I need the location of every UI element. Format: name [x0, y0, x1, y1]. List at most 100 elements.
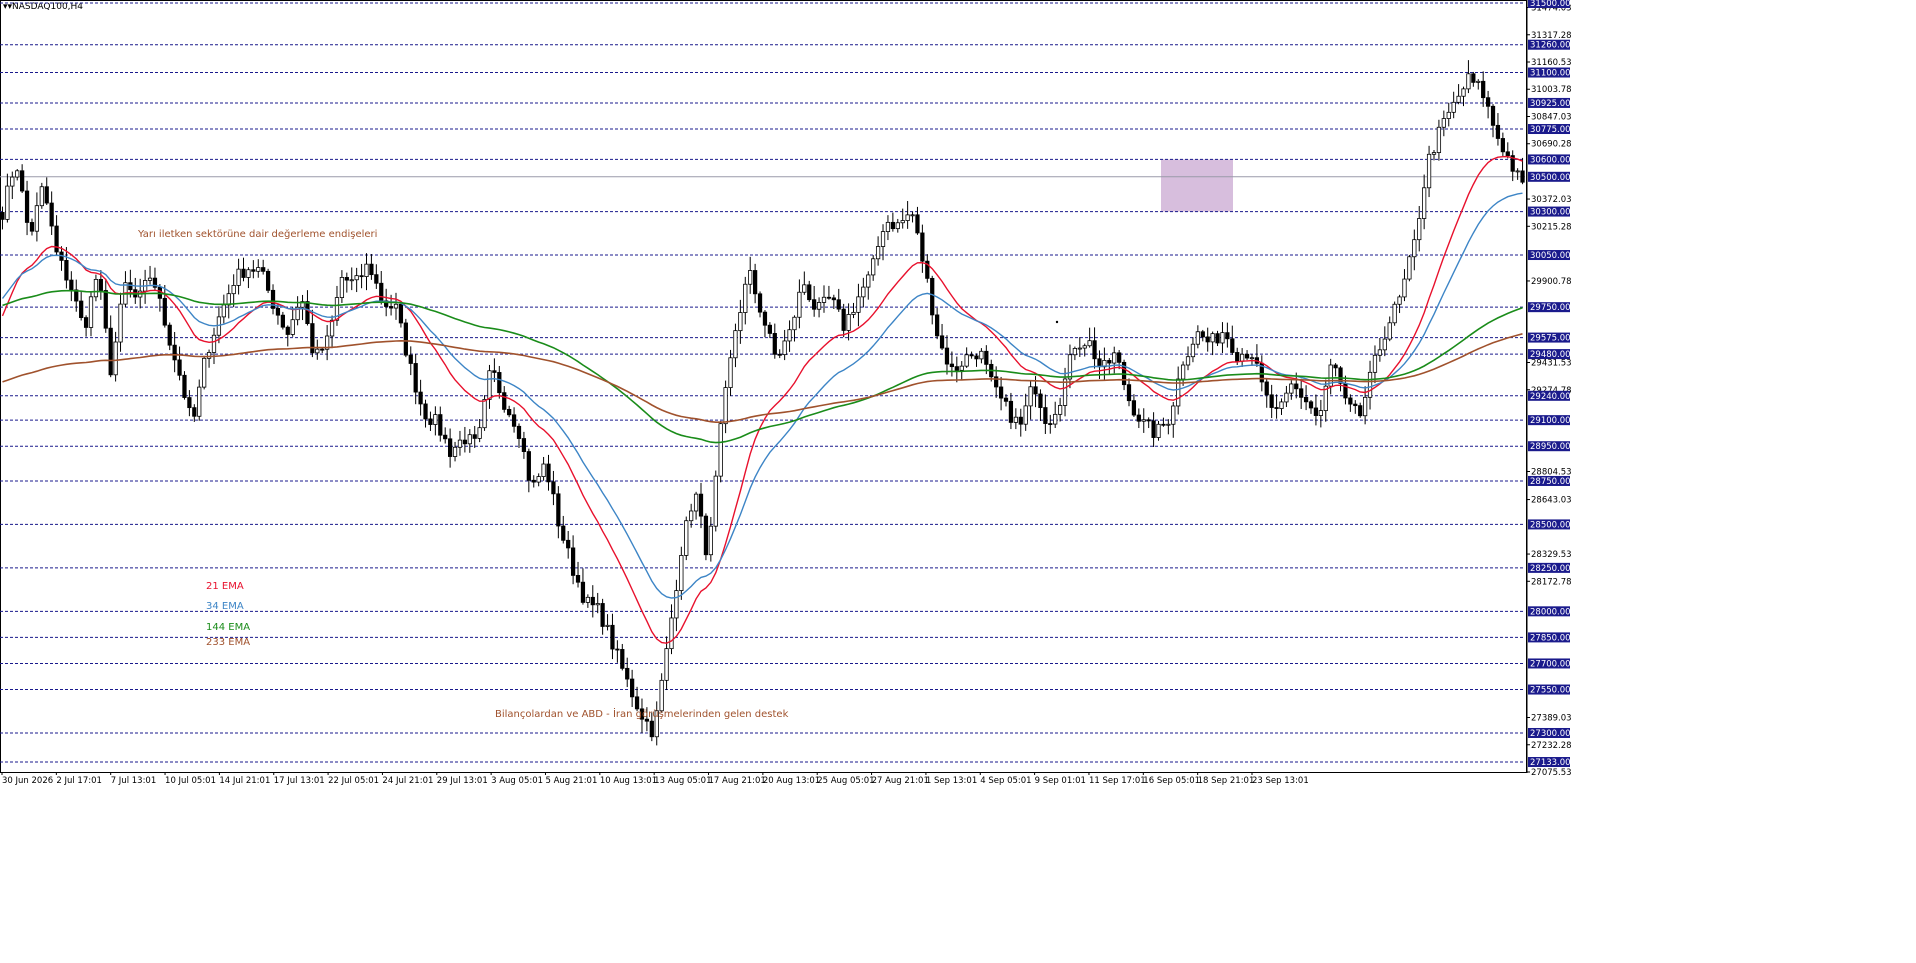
candle-body — [1151, 420, 1156, 438]
candle-body — [1367, 371, 1373, 398]
time-label: 20 Aug 13:01 — [763, 776, 820, 786]
candle — [1117, 350, 1122, 370]
candle — [1146, 417, 1151, 429]
candle — [300, 294, 305, 321]
candle — [15, 169, 20, 181]
candle-body — [1471, 73, 1476, 83]
candle-body — [1431, 152, 1437, 155]
candle — [256, 259, 261, 278]
candle-body — [723, 387, 728, 425]
annotation-semiconductor: Yarı iletken sektörüne dair değerleme en… — [137, 228, 377, 240]
candle-body — [826, 296, 832, 299]
candle — [1303, 385, 1309, 411]
candle-body — [1013, 416, 1018, 423]
candle-body — [551, 481, 556, 495]
candle — [221, 294, 226, 324]
price-badge-label: 27850.00 — [1530, 633, 1571, 643]
candle — [325, 325, 330, 361]
candle — [1062, 367, 1068, 417]
candle-body — [630, 678, 635, 698]
candle-body — [1505, 151, 1510, 157]
candle-body — [590, 596, 595, 606]
candle — [1441, 110, 1446, 137]
candle-body — [1126, 384, 1132, 402]
candle — [1515, 168, 1520, 180]
price-tick-label: 31317.28 — [1531, 31, 1572, 41]
candle — [177, 346, 182, 381]
candle-body — [969, 354, 974, 357]
price-badge-label: 31260.00 — [1530, 41, 1571, 51]
candle — [285, 325, 290, 347]
candle-body — [1264, 381, 1269, 396]
candle — [1136, 408, 1141, 429]
candle — [620, 643, 625, 671]
candle — [1013, 408, 1018, 430]
candle-body — [871, 258, 876, 276]
candle — [393, 292, 399, 320]
candle — [1072, 346, 1078, 361]
candle — [1220, 322, 1225, 354]
candle-body — [1274, 407, 1279, 409]
candle — [93, 274, 99, 302]
candle — [433, 406, 438, 436]
candle — [1274, 394, 1279, 419]
candle — [10, 171, 15, 200]
candle — [802, 271, 807, 295]
candle-body — [1353, 403, 1358, 407]
candle — [1377, 337, 1383, 362]
candle — [1402, 269, 1407, 302]
price-badge-label: 30050.00 — [1530, 251, 1571, 261]
price-badge-label: 31500.00 — [1530, 0, 1571, 9]
candle-body — [1161, 423, 1166, 426]
candle — [1215, 330, 1220, 347]
candle — [590, 585, 595, 618]
price-badge-label: 27700.00 — [1530, 659, 1571, 669]
candle — [1289, 380, 1294, 400]
ema-legend-label: 21 EMA — [206, 581, 244, 592]
candle — [507, 405, 512, 418]
candle — [610, 613, 615, 660]
candle — [836, 288, 841, 312]
candle-body — [905, 214, 910, 221]
candle — [930, 275, 935, 325]
candle — [1176, 366, 1181, 415]
time-label: 14 Jul 21:01 — [219, 776, 270, 786]
candle — [630, 669, 635, 708]
candle — [1230, 325, 1235, 355]
candle-body — [920, 232, 925, 262]
candle — [890, 212, 895, 232]
candle — [374, 264, 379, 289]
candle — [108, 315, 113, 378]
candle — [861, 277, 866, 308]
candle — [566, 530, 571, 559]
candle — [615, 640, 620, 663]
time-label: 24 Jul 21:01 — [382, 776, 433, 786]
candle — [359, 263, 364, 289]
price-tick-label: 27232.28 — [1531, 741, 1572, 751]
candle-body — [974, 355, 979, 360]
candle — [1308, 400, 1314, 414]
candle-body — [1333, 364, 1338, 369]
candle — [910, 211, 915, 223]
candle-body — [83, 317, 89, 328]
candle-body — [206, 352, 212, 359]
candle-body — [541, 463, 546, 477]
candle-body — [1372, 354, 1378, 373]
price-chart[interactable]: 31474.0331317.2831160.5331003.7830847.03… — [0, 0, 1916, 963]
candle — [192, 404, 197, 422]
candle — [1057, 397, 1063, 422]
price-badge-label: 29575.00 — [1530, 334, 1571, 344]
candle-body — [438, 414, 443, 436]
candle — [1466, 60, 1471, 94]
candle-body — [738, 312, 743, 332]
candle — [1382, 326, 1387, 357]
candle-body — [79, 300, 84, 318]
candle-body — [49, 202, 54, 227]
candle-body — [1053, 413, 1058, 425]
candle-body — [1048, 423, 1053, 425]
candle — [428, 411, 433, 431]
candle-body — [1156, 423, 1161, 438]
candle-body — [1131, 400, 1137, 416]
candle — [20, 164, 25, 194]
candle-body — [251, 269, 256, 272]
